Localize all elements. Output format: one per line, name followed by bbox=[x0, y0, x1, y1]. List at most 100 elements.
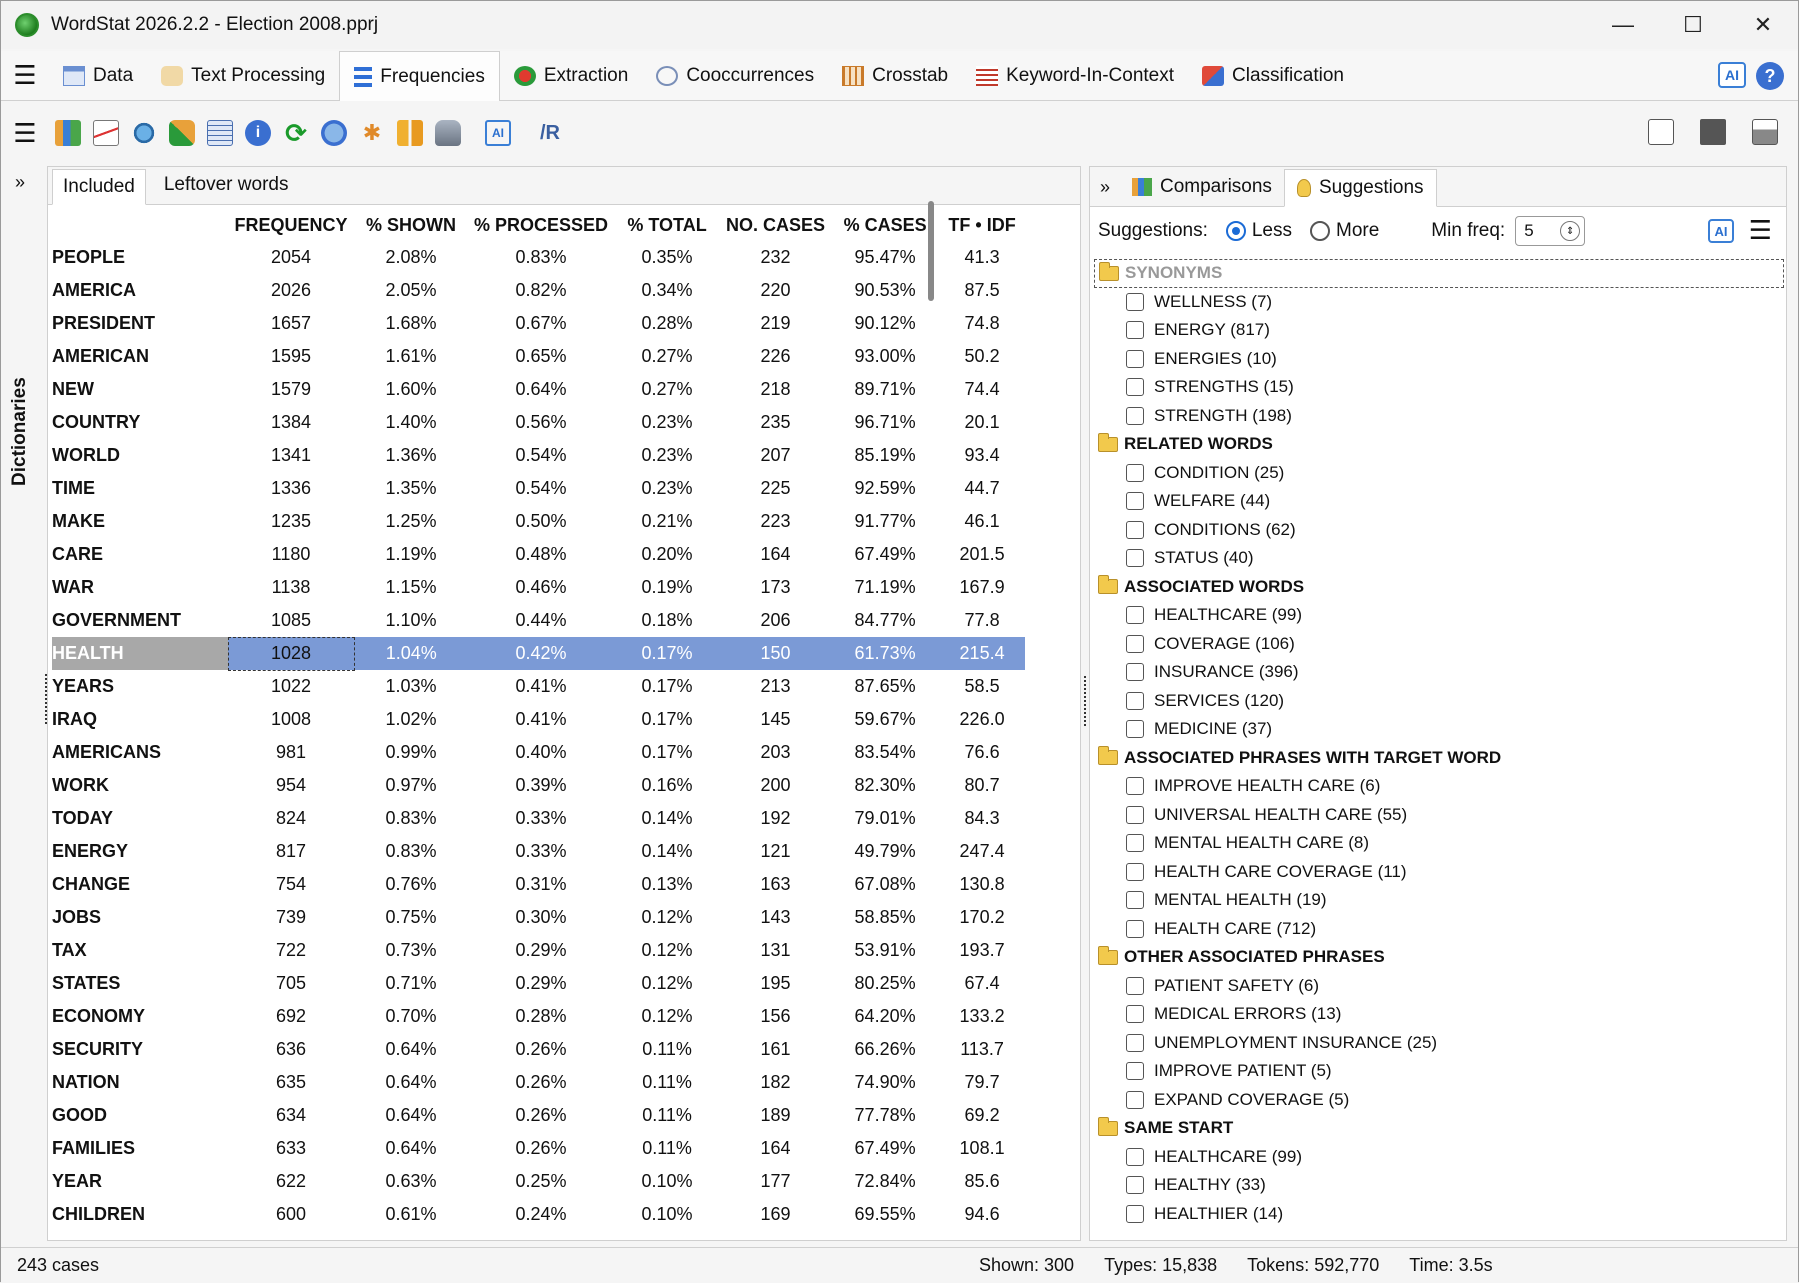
value-cell[interactable]: 87.65% bbox=[831, 670, 940, 703]
value-cell[interactable]: 84.77% bbox=[831, 604, 940, 637]
value-cell[interactable]: 44.7 bbox=[939, 472, 1026, 505]
value-cell[interactable]: 0.12% bbox=[614, 901, 721, 934]
table-row[interactable]: PEOPLE 2054 2.08% 0.83% 0.35% 232 95.47% 41.3 bbox=[52, 241, 1026, 274]
value-cell[interactable]: 71.19% bbox=[831, 571, 940, 604]
bar-chart-icon[interactable] bbox=[55, 120, 81, 146]
value-cell[interactable]: 143 bbox=[720, 901, 832, 934]
value-cell[interactable]: 0.41% bbox=[468, 670, 615, 703]
value-cell[interactable]: 1.40% bbox=[354, 406, 468, 439]
value-cell[interactable]: 0.23% bbox=[614, 472, 721, 505]
suggestion-checkbox[interactable] bbox=[1126, 1005, 1144, 1024]
value-cell[interactable]: 223 bbox=[720, 505, 832, 538]
value-cell[interactable]: 192 bbox=[720, 802, 832, 835]
value-cell[interactable]: 164 bbox=[720, 538, 832, 571]
value-cell[interactable]: 824 bbox=[228, 802, 354, 835]
panel-splitter[interactable] bbox=[1081, 166, 1089, 1241]
table-row[interactable]: TODAY 824 0.83% 0.33% 0.14% 192 79.01% 84.3 bbox=[52, 802, 1026, 835]
word-cell[interactable]: CHILDREN bbox=[52, 1198, 228, 1231]
table-row[interactable]: HEALTH 1028 1.04% 0.42% 0.17% 150 61.73% 215.4 bbox=[52, 636, 1026, 671]
suggestion-item[interactable]: WELLNESS (7) bbox=[1094, 288, 1784, 317]
value-cell[interactable]: 145 bbox=[720, 703, 832, 736]
value-cell[interactable]: 633 bbox=[228, 1132, 354, 1165]
tab-classification[interactable]: Classification bbox=[1188, 51, 1358, 101]
suggestion-item[interactable]: MENTAL HEALTH CARE (8) bbox=[1094, 829, 1784, 858]
value-cell[interactable]: 0.27% bbox=[614, 340, 721, 373]
word-cell[interactable]: WORK bbox=[52, 769, 228, 802]
word-cell[interactable]: MAKE bbox=[52, 505, 228, 538]
refresh-icon[interactable]: ⟳ bbox=[283, 118, 309, 148]
value-cell[interactable]: 95.47% bbox=[831, 241, 940, 274]
table-row[interactable]: WORK 954 0.97% 0.39% 0.16% 200 82.30% 80.7 bbox=[52, 769, 1026, 802]
value-cell[interactable]: 169 bbox=[720, 1198, 832, 1231]
value-cell[interactable]: 1.15% bbox=[354, 571, 468, 604]
value-cell[interactable]: 0.64% bbox=[354, 1066, 468, 1099]
value-cell[interactable]: 50.2 bbox=[939, 340, 1026, 373]
min-freq-stepper[interactable]: 5 ⇕ bbox=[1515, 216, 1586, 246]
value-cell[interactable]: 1.03% bbox=[354, 670, 468, 703]
value-cell[interactable]: 0.83% bbox=[354, 802, 468, 835]
suggestion-group[interactable]: OTHER ASSOCIATED PHRASES bbox=[1094, 943, 1784, 972]
suggestion-item[interactable]: HEALTHCARE (99) bbox=[1094, 1143, 1784, 1172]
value-cell[interactable]: 2.08% bbox=[354, 241, 468, 274]
value-cell[interactable]: 226 bbox=[720, 340, 832, 373]
value-cell[interactable]: 0.63% bbox=[354, 1165, 468, 1198]
value-cell[interactable]: 0.46% bbox=[468, 571, 615, 604]
value-cell[interactable]: 58.85% bbox=[831, 901, 940, 934]
ai-tool-icon[interactable]: AI bbox=[485, 120, 511, 146]
word-cell[interactable]: CARE bbox=[52, 538, 228, 571]
value-cell[interactable]: 0.10% bbox=[614, 1165, 721, 1198]
maximize-button[interactable]: ☐ bbox=[1658, 1, 1728, 49]
value-cell[interactable]: 90.12% bbox=[831, 307, 940, 340]
value-cell[interactable]: 108.1 bbox=[939, 1132, 1026, 1165]
word-cell[interactable]: WAR bbox=[52, 571, 228, 604]
word-cell[interactable]: GOOD bbox=[52, 1099, 228, 1132]
suggestion-group[interactable]: RELATED WORDS bbox=[1094, 430, 1784, 459]
suggestion-checkbox[interactable] bbox=[1126, 834, 1144, 853]
suggestions-menu-icon[interactable]: ☰ bbox=[1749, 215, 1772, 246]
value-cell[interactable]: 600 bbox=[228, 1198, 354, 1231]
value-cell[interactable]: 133.2 bbox=[939, 1000, 1026, 1033]
table-row[interactable]: YEARS 1022 1.03% 0.41% 0.17% 213 87.65% 58.5 bbox=[52, 670, 1026, 703]
value-cell[interactable]: 121 bbox=[720, 835, 832, 868]
word-cell[interactable]: ENERGY bbox=[52, 835, 228, 868]
tab-suggestions[interactable]: Suggestions bbox=[1283, 169, 1437, 207]
value-cell[interactable]: 0.20% bbox=[614, 538, 721, 571]
word-cell[interactable]: COUNTRY bbox=[52, 406, 228, 439]
value-cell[interactable]: 0.31% bbox=[468, 868, 615, 901]
table-row[interactable]: IRAQ 1008 1.02% 0.41% 0.17% 145 59.67% 226.0 bbox=[52, 703, 1026, 736]
word-cell[interactable]: TAX bbox=[52, 934, 228, 967]
value-cell[interactable]: 0.23% bbox=[614, 439, 721, 472]
value-cell[interactable]: 77.78% bbox=[831, 1099, 940, 1132]
suggestion-checkbox[interactable] bbox=[1126, 549, 1144, 568]
suggestion-item[interactable]: MEDICAL ERRORS (13) bbox=[1094, 1000, 1784, 1029]
value-cell[interactable]: 87.5 bbox=[939, 274, 1026, 307]
value-cell[interactable]: 0.71% bbox=[354, 967, 468, 1000]
suggestion-item[interactable]: HEALTH CARE COVERAGE (11) bbox=[1094, 858, 1784, 887]
table-row[interactable]: NATION 635 0.64% 0.26% 0.11% 182 74.90% 79.7 bbox=[52, 1066, 1026, 1099]
dictionaries-sidebar[interactable]: » Dictionaries bbox=[1, 166, 43, 1244]
value-cell[interactable]: 247.4 bbox=[939, 835, 1026, 868]
word-cell[interactable]: AMERICAN bbox=[52, 340, 228, 373]
more-radio[interactable] bbox=[1310, 221, 1330, 241]
value-cell[interactable]: 189 bbox=[720, 1099, 832, 1132]
word-cell[interactable]: YEAR bbox=[52, 1165, 228, 1198]
value-cell[interactable]: 954 bbox=[228, 769, 354, 802]
value-cell[interactable]: 206 bbox=[720, 604, 832, 637]
value-cell[interactable]: 0.50% bbox=[468, 505, 615, 538]
table-row[interactable]: CARE 1180 1.19% 0.48% 0.20% 164 67.49% 201.5 bbox=[52, 538, 1026, 571]
value-cell[interactable]: 0.16% bbox=[614, 769, 721, 802]
value-cell[interactable]: 0.34% bbox=[614, 274, 721, 307]
tools-icon[interactable] bbox=[169, 120, 195, 146]
explore-icon[interactable] bbox=[131, 120, 157, 146]
value-cell[interactable]: 67.49% bbox=[831, 1132, 940, 1165]
value-cell[interactable]: 76.6 bbox=[939, 736, 1026, 769]
value-cell[interactable]: 1235 bbox=[228, 505, 354, 538]
value-cell[interactable]: 182 bbox=[720, 1066, 832, 1099]
tab-data[interactable]: Data bbox=[49, 51, 147, 101]
suggestion-checkbox[interactable] bbox=[1126, 1176, 1144, 1195]
suggestion-checkbox[interactable] bbox=[1126, 720, 1144, 739]
value-cell[interactable]: 0.11% bbox=[614, 1033, 721, 1066]
value-cell[interactable]: 220 bbox=[720, 274, 832, 307]
value-cell[interactable]: 0.29% bbox=[468, 967, 615, 1000]
value-cell[interactable]: 0.70% bbox=[354, 1000, 468, 1033]
